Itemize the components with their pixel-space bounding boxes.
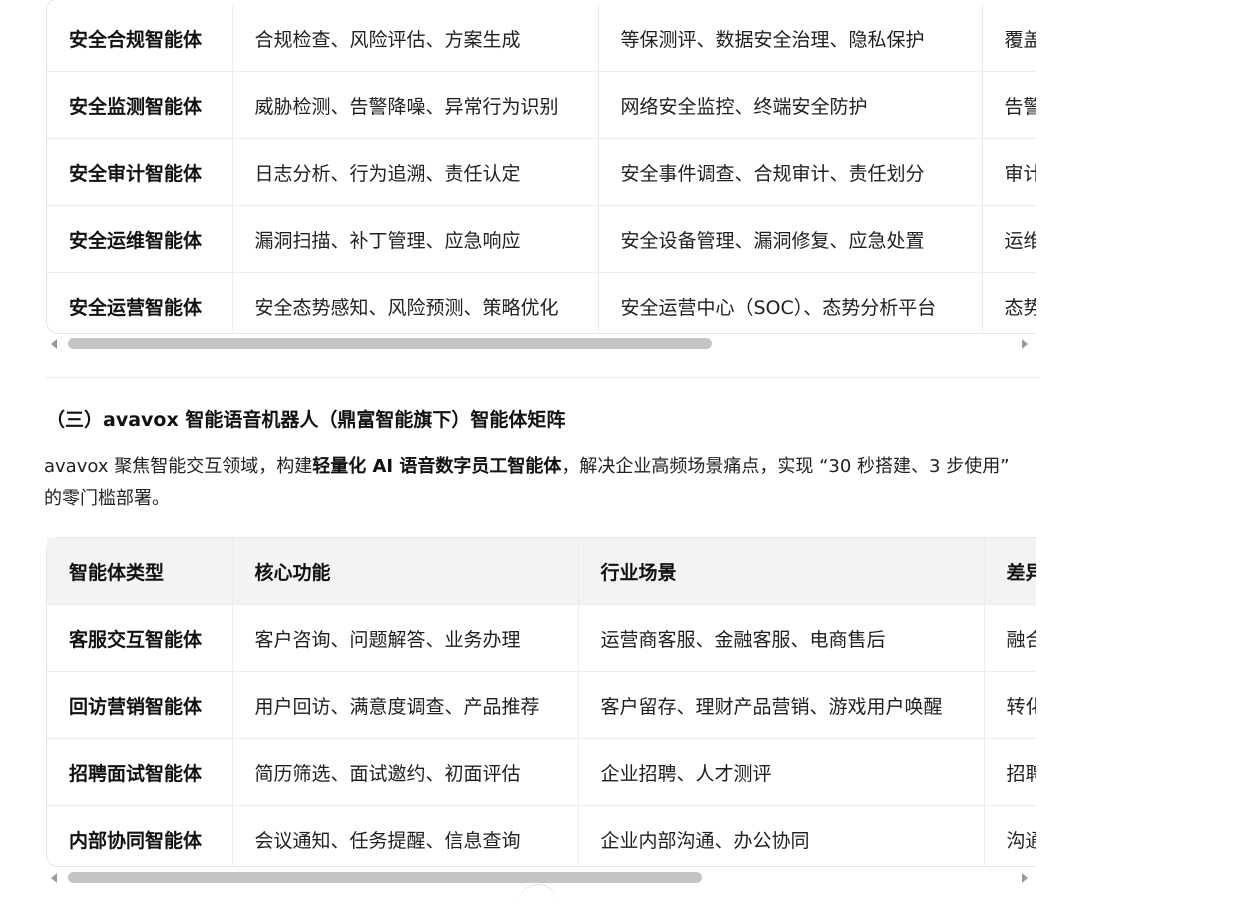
scroll-right-arrow-icon[interactable] (1022, 873, 1028, 883)
column-header: 行业场景 (578, 538, 985, 605)
scenario-cell: 运营商客服、金融客服、电商售后 (578, 604, 985, 672)
table-row: 安全运营智能体 安全态势感知、风险预测、策略优化 安全运营中心（SOC）、态势分… (47, 272, 1037, 334)
extra-cell: 融合 (984, 604, 1036, 672)
core-function-cell: 合规检查、风险评估、方案生成 (232, 5, 599, 72)
scrollbar-thumb[interactable] (68, 872, 702, 883)
table-row: 招聘面试智能体 简历筛选、面试邀约、初面评估 企业招聘、人才测评 招聘 (47, 738, 1036, 806)
extra-cell: 覆盖 (982, 5, 1036, 72)
table1-horizontal-scrollbar[interactable] (46, 335, 1036, 351)
extra-cell: 沟通 (1006, 829, 1037, 852)
core-function-cell: 会议通知、任务提醒、信息查询 (232, 805, 579, 867)
table-row: 安全运维智能体 漏洞扫描、补丁管理、应急响应 安全设备管理、漏洞修复、应急处置 … (47, 205, 1036, 273)
table-row: 回访营销智能体 用户回访、满意度调查、产品推荐 客户留存、理财产品营销、游戏用户… (47, 671, 1036, 739)
table-row: 内部协同智能体 会议通知、任务提醒、信息查询 企业内部沟通、办公协同 沟通 (47, 805, 1037, 867)
table-row: 安全审计智能体 日志分析、行为追溯、责任认定 安全事件调查、合规审计、责任划分 … (47, 138, 1036, 206)
agent-name-cell: 安全运营智能体 (47, 272, 233, 334)
column-header: 差异 (984, 538, 1036, 605)
agent-name-cell: 安全审计智能体 (47, 138, 233, 206)
security-agent-table: 安全合规智能体 合规检查、风险评估、方案生成 等保测评、数据安全治理、隐私保护 … (47, 5, 1036, 334)
agent-name-cell: 客服交互智能体 (47, 604, 233, 672)
column-header: 智能体类型 (47, 538, 233, 605)
table-row: 安全合规智能体 合规检查、风险评估、方案生成 等保测评、数据安全治理、隐私保护 … (47, 5, 1036, 72)
section-divider (46, 377, 1040, 378)
scenario-cell: 安全设备管理、漏洞修复、应急处置 (598, 205, 983, 273)
floating-button-edge[interactable] (518, 884, 558, 905)
scenario-cell: 安全事件调查、合规审计、责任划分 (598, 138, 983, 206)
core-function-cell: 安全态势感知、风险预测、策略优化 (232, 272, 599, 334)
scroll-left-arrow-icon[interactable] (51, 339, 57, 349)
table-frame: 智能体类型 核心功能 行业场景 差异 客服交互智能体 客户咨询、问题解答、业务办… (46, 537, 1036, 867)
avavox-agent-table-container: 智能体类型 核心功能 行业场景 差异 客服交互智能体 客户咨询、问题解答、业务办… (46, 537, 1036, 867)
scenario-cell: 网络安全监控、终端安全防护 (598, 71, 983, 139)
core-function-cell: 日志分析、行为追溯、责任认定 (232, 138, 599, 206)
extra-cell: 态势 (1004, 296, 1037, 319)
core-function-cell: 威胁检测、告警降噪、异常行为识别 (232, 71, 599, 139)
intro-text-start: avavox 聚焦智能交互领域，构建 (44, 456, 313, 477)
agent-name-cell: 安全运维智能体 (47, 205, 233, 273)
security-agent-table-container: 安全合规智能体 合规检查、风险评估、方案生成 等保测评、数据安全治理、隐私保护 … (46, 0, 1036, 334)
scenario-cell: 等保测评、数据安全治理、隐私保护 (598, 5, 983, 72)
avavox-agent-table: 智能体类型 核心功能 行业场景 差异 客服交互智能体 客户咨询、问题解答、业务办… (47, 538, 1036, 867)
intro-highlight: 轻量化 AI 语音数字员工智能体 (312, 456, 562, 477)
column-header: 核心功能 (232, 538, 579, 605)
core-function-cell: 漏洞扫描、补丁管理、应急响应 (232, 205, 599, 273)
table-frame: 安全合规智能体 合规检查、风险评估、方案生成 等保测评、数据安全治理、隐私保护 … (46, 0, 1036, 334)
scrollbar-thumb[interactable] (68, 338, 712, 349)
extra-cell: 转化 (984, 671, 1036, 739)
agent-name-cell: 安全合规智能体 (47, 5, 233, 72)
table-row: 安全监测智能体 威胁检测、告警降噪、异常行为识别 网络安全监控、终端安全防护 告… (47, 71, 1036, 139)
core-function-cell: 用户回访、满意度调查、产品推荐 (232, 671, 579, 739)
core-function-cell: 简历筛选、面试邀约、初面评估 (232, 738, 579, 806)
scenario-cell: 企业内部沟通、办公协同 (578, 805, 985, 867)
extra-cell: 运维 (982, 205, 1036, 273)
agent-name-cell: 回访营销智能体 (47, 671, 233, 739)
section-intro: avavox 聚焦智能交互领域，构建轻量化 AI 语音数字员工智能体，解决企业高… (44, 451, 1024, 515)
table2-horizontal-scrollbar[interactable] (46, 869, 1036, 885)
scenario-cell: 客户留存、理财产品营销、游戏用户唤醒 (578, 671, 985, 739)
agent-name-cell: 招聘面试智能体 (47, 738, 233, 806)
scroll-right-arrow-icon[interactable] (1022, 339, 1028, 349)
extra-cell: 告警 (982, 71, 1036, 139)
scenario-cell: 安全运营中心（SOC）、态势分析平台 (598, 272, 983, 334)
section-heading: （三）avavox 智能语音机器人（鼎富智能旗下）智能体矩阵 (46, 409, 566, 431)
extra-cell: 招聘 (984, 738, 1036, 806)
agent-name-cell: 内部协同智能体 (47, 805, 233, 867)
extra-cell: 审计 (982, 138, 1036, 206)
scroll-left-arrow-icon[interactable] (51, 873, 57, 883)
agent-name-cell: 安全监测智能体 (47, 71, 233, 139)
core-function-cell: 客户咨询、问题解答、业务办理 (232, 604, 579, 672)
scenario-cell: 企业招聘、人才测评 (578, 738, 985, 806)
table-header-row: 智能体类型 核心功能 行业场景 差异 (47, 538, 1036, 605)
table-row: 客服交互智能体 客户咨询、问题解答、业务办理 运营商客服、金融客服、电商售后 融… (47, 604, 1036, 672)
